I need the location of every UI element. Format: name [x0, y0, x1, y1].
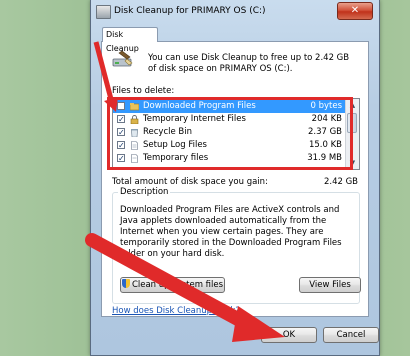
clean-up-label: Clean up system files — [131, 280, 224, 290]
description-legend: Description — [118, 187, 171, 197]
uac-shield-icon — [121, 279, 130, 288]
view-files-button[interactable]: View Files — [299, 277, 361, 293]
description-text: Downloaded Program Files are ActiveX con… — [120, 205, 342, 259]
ok-button[interactable]: OK — [261, 327, 317, 343]
disk-cleanup-app-icon — [96, 5, 111, 19]
total-space-value: 2.42 GB — [323, 177, 358, 187]
disk-cleanup-dialog: Disk Cleanup for PRIMARY OS (C:) ✕ Disk … — [90, 0, 380, 356]
cancel-button[interactable]: Cancel — [323, 327, 379, 343]
how-does-disk-cleanup-work-link[interactable]: How does Disk Cleanup work? — [112, 306, 240, 316]
window-title: Disk Cleanup for PRIMARY OS (C:) — [114, 6, 266, 16]
tab-panel: You can use Disk Cleanup to free up to 2… — [101, 41, 369, 317]
clean-up-system-files-button[interactable]: Clean up system files — [120, 277, 225, 293]
total-space-label: Total amount of disk space you gain: — [112, 177, 268, 187]
files-highlight-box — [107, 97, 353, 170]
title-bar[interactable]: Disk Cleanup for PRIMARY OS (C:) ✕ — [91, 0, 379, 24]
close-button[interactable]: ✕ — [337, 2, 373, 20]
tab-disk-cleanup[interactable]: Disk Cleanup — [102, 27, 158, 53]
intro-text: You can use Disk Cleanup to free up to 2… — [148, 53, 350, 74]
files-to-delete-label: Files to delete: — [112, 86, 175, 96]
